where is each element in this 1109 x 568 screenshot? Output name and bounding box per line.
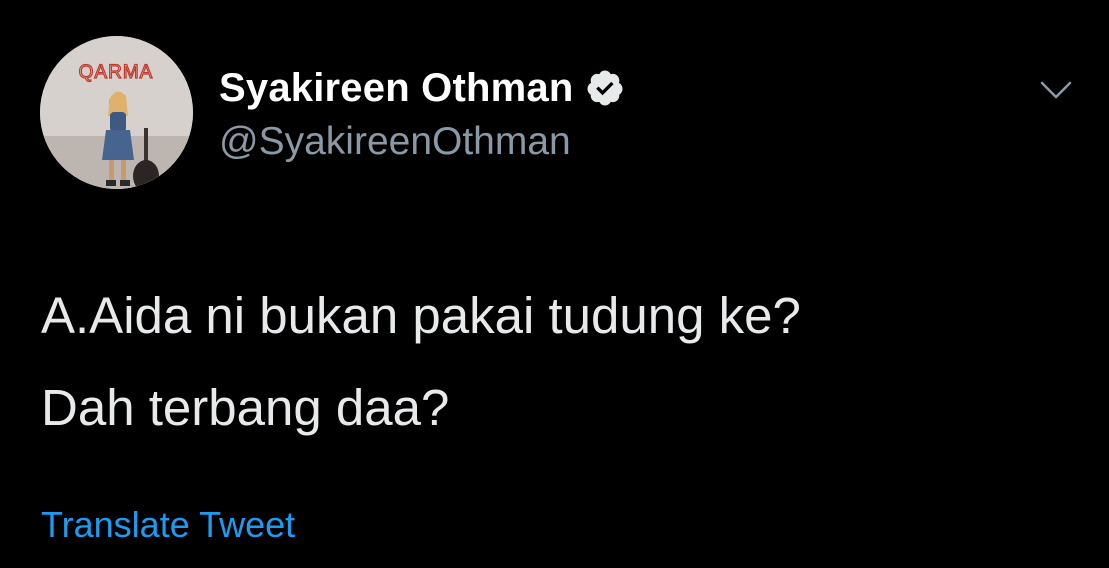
avatar-sign-text: QARMA [79, 62, 154, 83]
tweet-card: QARMA Syakireen Othman @SyakireenOthman … [0, 0, 1109, 568]
translate-tweet-link[interactable]: Translate Tweet [41, 504, 295, 546]
tweet-text: A.Aida ni bukan pakai tudung ke? Dah ter… [41, 270, 1061, 454]
user-handle[interactable]: @SyakireenOthman [219, 120, 625, 164]
avatar-photo: QARMA [40, 36, 193, 189]
tweet-text-line: Dah terbang daa? [41, 379, 450, 436]
tweet-text-line: A.Aida ni bukan pakai tudung ke? [41, 287, 801, 344]
name-row: Syakireen Othman [219, 62, 625, 114]
chevron-down-icon[interactable] [1038, 72, 1074, 108]
avatar[interactable]: QARMA [40, 36, 193, 189]
user-info: Syakireen Othman @SyakireenOthman [219, 62, 625, 164]
display-name[interactable]: Syakireen Othman [219, 66, 573, 111]
verified-badge-icon [585, 68, 625, 108]
